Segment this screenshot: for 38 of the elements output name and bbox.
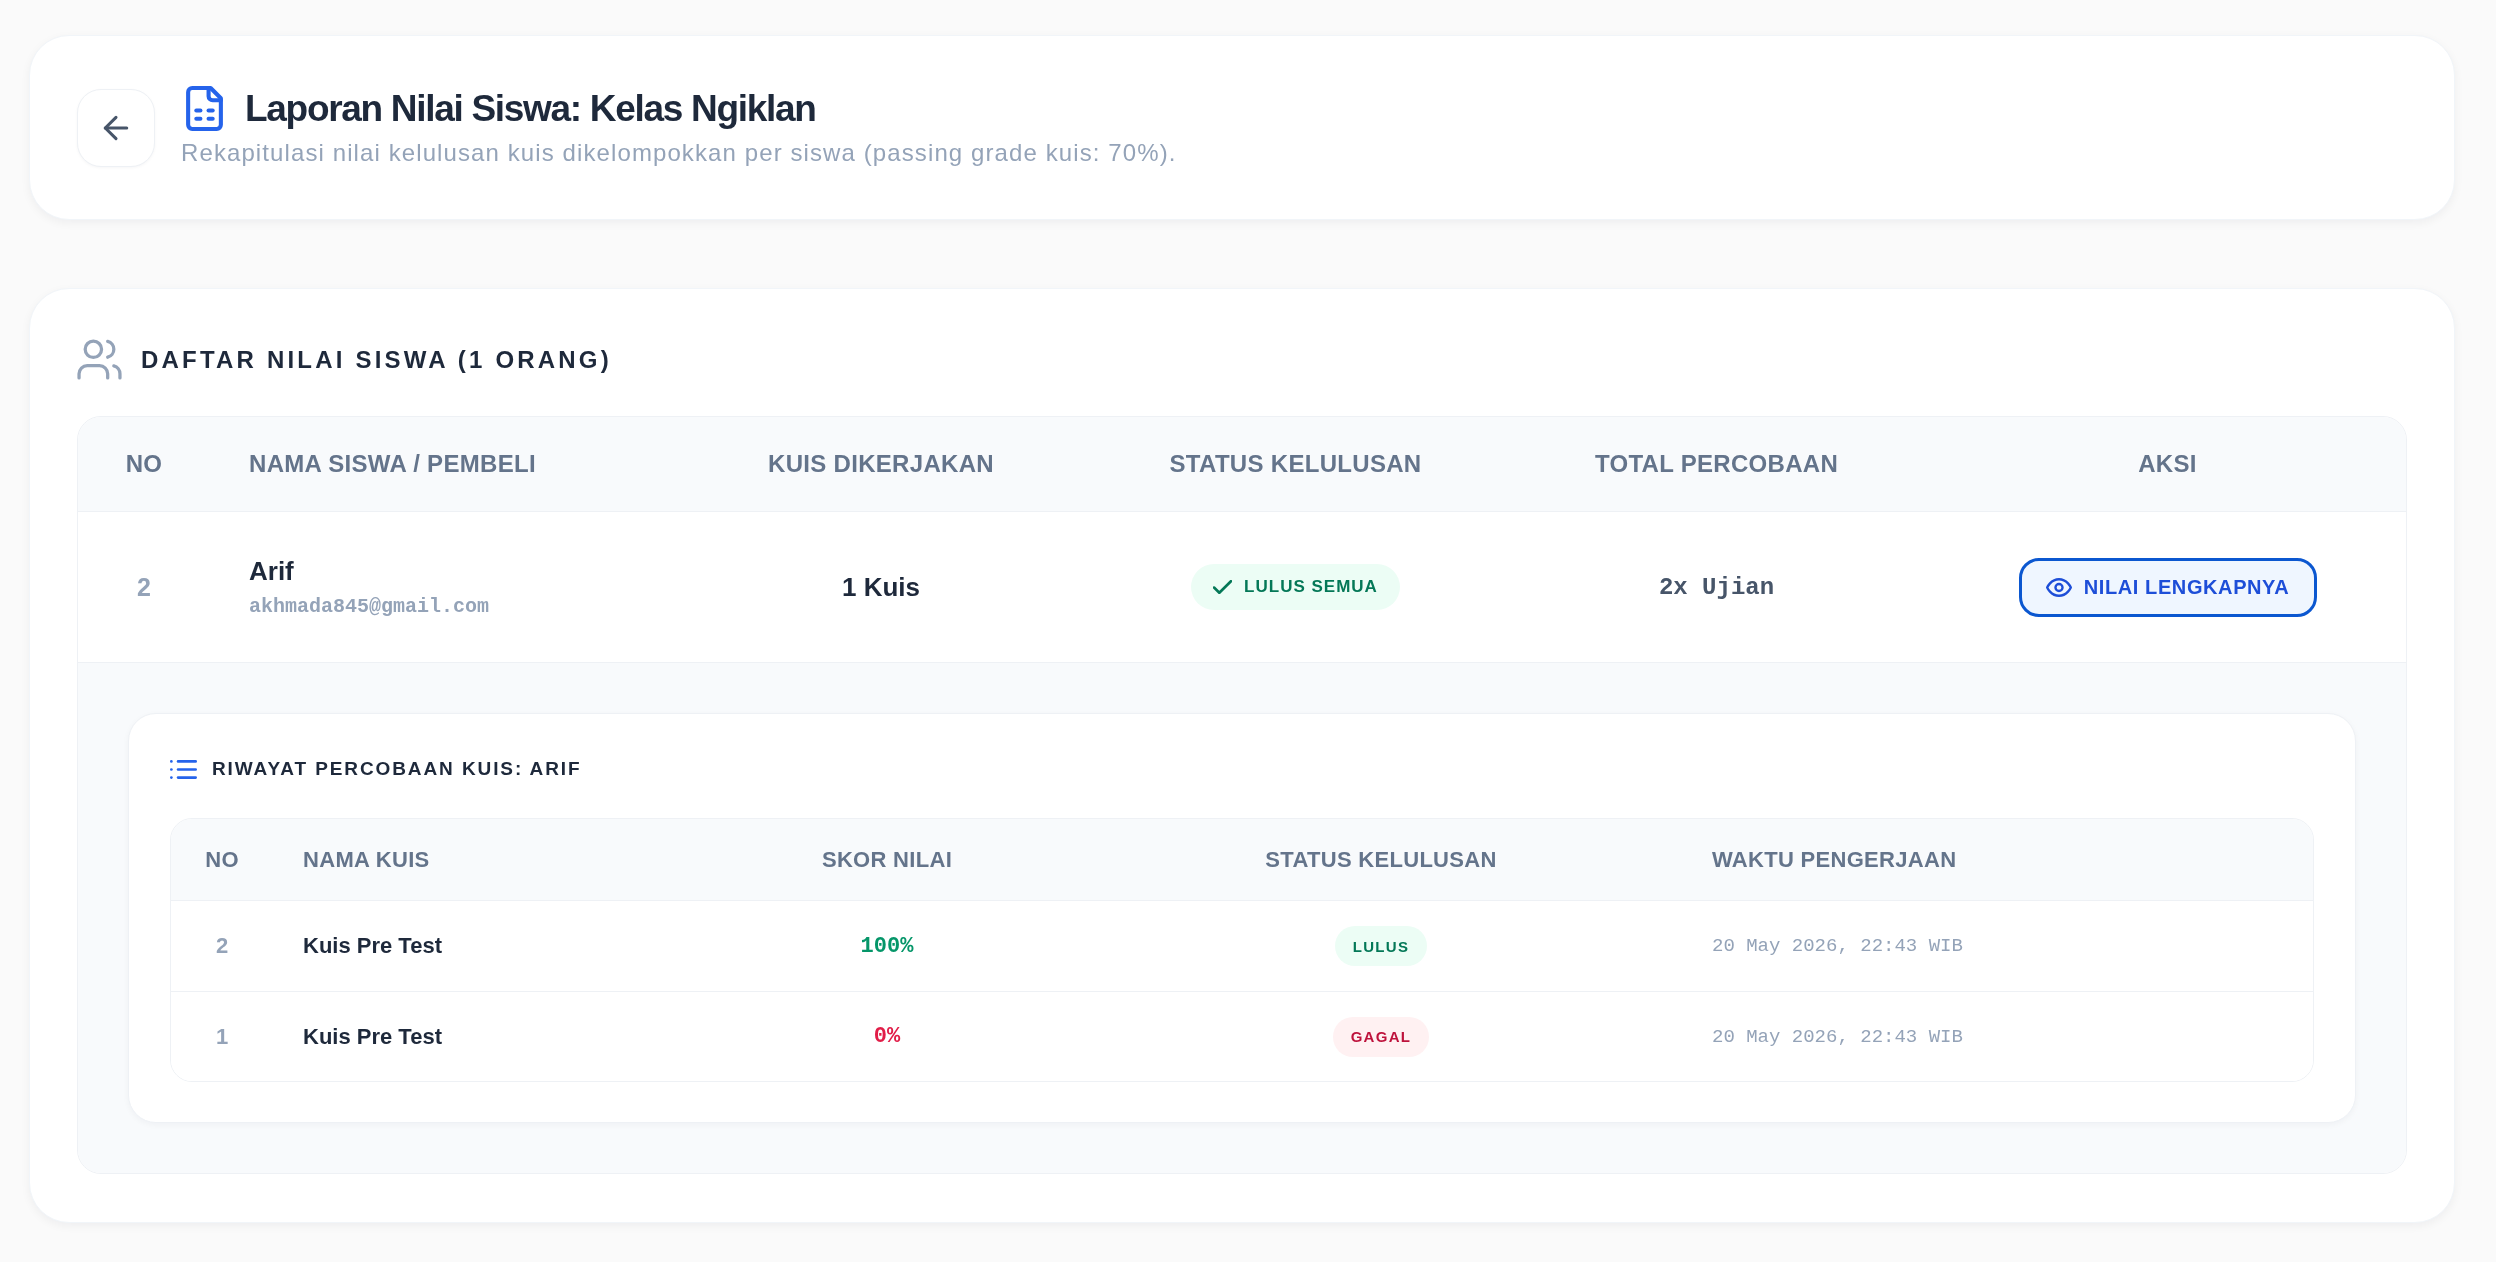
page-title: Laporan Nilai Siswa: Kelas Ngiklan xyxy=(245,87,816,131)
column-header: TOTAL PERCOBAAN xyxy=(1594,450,1839,478)
column-header: NAMA SISWA / PEMBELI xyxy=(249,450,536,478)
row-number: 2 xyxy=(137,572,151,602)
page-subtitle: Rekapitulasi nilai kelulusan kuis dikelompokkan per siswa (passing grade kuis: 70%). xyxy=(181,138,1177,168)
list-icon xyxy=(170,759,197,779)
detail-button[interactable]: NILAI LENGKAPNYA xyxy=(2018,557,2317,617)
history-title: RIWAYAT PERCOBAAN KUIS: ARIF xyxy=(212,757,582,781)
column-header: STATUS KELULUSAN xyxy=(1265,846,1497,873)
column-header: NO xyxy=(125,450,163,478)
status-badge: GAGAL xyxy=(1332,1016,1430,1057)
row-number: 2 xyxy=(215,933,229,959)
quiz-name: Kuis Pre Test xyxy=(303,933,442,959)
attempt-time: 20 May 2026, 22:43 WIB xyxy=(1712,935,1963,957)
column-header: STATUS KELULUSAN xyxy=(1169,450,1422,478)
column-header: WAKTU PENGERJAAN xyxy=(1712,846,1957,873)
student-name: Arif xyxy=(249,556,294,587)
score-value: 0% xyxy=(873,1024,901,1049)
quiz-name: Kuis Pre Test xyxy=(303,1023,442,1050)
row-number: 1 xyxy=(215,1023,229,1050)
column-header: SKOR NILAI xyxy=(821,846,953,873)
check-icon xyxy=(1213,580,1233,594)
column-header: NO xyxy=(205,846,239,873)
users-icon xyxy=(77,339,122,380)
column-header: KUIS DIKERJAKAN xyxy=(768,450,994,478)
document-icon xyxy=(186,86,223,131)
eye-icon xyxy=(2045,577,2072,597)
back-button[interactable] xyxy=(77,88,155,167)
score-value: 100% xyxy=(860,933,914,959)
student-email: akhmada845@gmail.com xyxy=(249,595,490,618)
status-text: LULUS SEMUA xyxy=(1244,577,1378,597)
column-header: AKSI xyxy=(2138,450,2197,478)
section-title: DAFTAR NILAI SISWA (1 ORANG) xyxy=(141,344,612,375)
attempt-time: 20 May 2026, 22:43 WIB xyxy=(1712,1025,1963,1048)
status-badge: LULUS xyxy=(1334,926,1428,966)
attempt-count: 2x Ujian xyxy=(1658,573,1775,601)
column-header: NAMA KUIS xyxy=(303,846,430,873)
quiz-count: 1 Kuis xyxy=(842,571,920,603)
